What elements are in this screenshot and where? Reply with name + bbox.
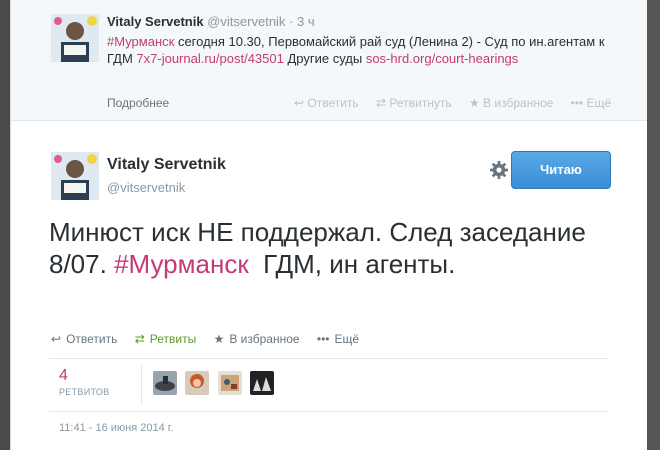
tweet-actions: ↩ Ответить ⇄ Ретвитнуть ★ В избранное ••… <box>294 96 625 110</box>
tweet-header: Vitaly Servetnik @vitservetnik · 3 ч <box>107 14 315 29</box>
reply-icon: ↩ <box>294 96 308 110</box>
url-link[interactable]: sos-hrd.org/court-hearings <box>366 51 518 66</box>
scrollbar[interactable] <box>647 0 660 450</box>
tweet-stats: 4 РЕТВИТОВ <box>49 358 609 412</box>
avatar[interactable] <box>51 152 99 200</box>
star-icon: ★ <box>468 96 484 110</box>
reply-button[interactable]: ↩ Ответить <box>51 332 117 346</box>
author-name[interactable]: Vitaly Servetnik <box>107 14 204 29</box>
divider <box>141 365 142 405</box>
retweet-count[interactable]: 4 <box>59 367 68 385</box>
author-handle[interactable]: @vitservetnik <box>207 14 285 29</box>
retweeter-avatar[interactable] <box>185 371 210 395</box>
url-link[interactable]: 7x7-journal.ru/post/43501 <box>136 51 283 66</box>
reply-icon: ↩ <box>51 332 62 346</box>
retweeter-avatars <box>153 371 278 395</box>
ellipsis-icon: ••• <box>316 332 330 346</box>
retweeter-avatar[interactable] <box>217 371 242 395</box>
tweet-time[interactable]: 3 ч <box>297 14 315 29</box>
hashtag-link[interactable]: #Мурманск <box>114 249 249 279</box>
tweet-text: Минюст иск НЕ поддержал. След заседание … <box>49 216 609 280</box>
retweet-icon: ⇄ <box>134 332 145 346</box>
tweet-actions: ↩ Ответить ⇄ Ретвиты ★ В избранное ••• Ещё <box>51 332 373 346</box>
favorite-label: В избранное <box>229 332 300 346</box>
retweet-label: Ретвиты <box>149 332 197 346</box>
favorite-button[interactable]: ★ В избранное <box>214 332 300 346</box>
tweet-text: #Мурманск сегодня 10.30, Первомайский ра… <box>107 33 607 67</box>
avatar[interactable] <box>51 14 99 62</box>
tweet-timestamp[interactable]: 11:41 - 16 июня 2014 г. <box>59 422 174 434</box>
favorite-label: В избранное <box>483 96 554 110</box>
reply-label: Ответить <box>66 332 118 346</box>
reply-button[interactable]: ↩ Ответить <box>294 96 359 110</box>
hashtag-link[interactable]: #Мурманск <box>107 34 174 49</box>
text-fragment: Другие суды <box>283 51 366 66</box>
more-button[interactable]: ••• Ещё <box>317 332 359 346</box>
retweet-button[interactable]: ⇄ Ретвитнуть <box>376 96 452 110</box>
favorite-button[interactable]: ★ В избранное <box>469 96 553 110</box>
more-label: Ещё <box>586 96 612 110</box>
retweet-button[interactable]: ⇄ Ретвиты <box>135 332 197 346</box>
author-name[interactable]: Vitaly Servetnik <box>107 156 226 174</box>
retweet-icon: ⇄ <box>376 96 390 110</box>
gear-icon[interactable] <box>489 160 509 180</box>
retweeter-avatar[interactable] <box>250 371 275 395</box>
more-label: Ещё <box>334 332 360 346</box>
more-button[interactable]: ••• Ещё <box>571 96 612 110</box>
author-handle[interactable]: @vitservetnik <box>107 180 185 195</box>
retweeter-avatar[interactable] <box>153 371 177 395</box>
previous-tweet[interactable]: Vitaly Servetnik @vitservetnik · 3 ч #Му… <box>11 0 647 121</box>
follow-button[interactable]: Читаю <box>511 151 611 189</box>
timeline-frame: Vitaly Servetnik @vitservetnik · 3 ч #Му… <box>10 0 648 450</box>
retweet-count-label: РЕТВИТОВ <box>59 387 110 397</box>
reply-label: Ответить <box>307 96 359 110</box>
text-fragment: ГДМ, ин агенты. <box>248 249 456 279</box>
star-icon: ★ <box>213 332 225 346</box>
separator: · <box>289 14 294 29</box>
ellipsis-icon: ••• <box>570 96 587 110</box>
retweet-label: Ретвитнуть <box>389 96 452 110</box>
expand-link[interactable]: Подробнее <box>107 96 169 110</box>
